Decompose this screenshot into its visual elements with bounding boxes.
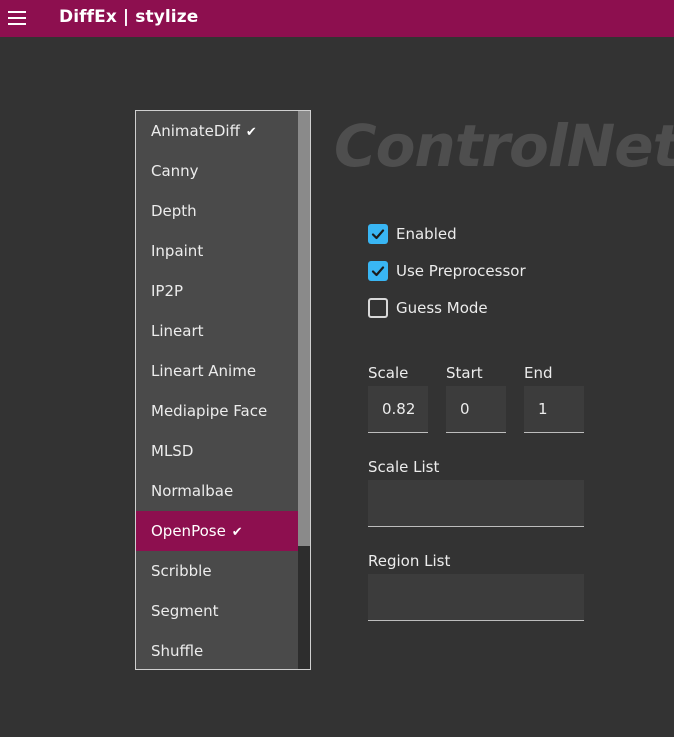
scale-list-input[interactable] [368, 480, 584, 527]
model-list-item[interactable]: MLSD [136, 431, 298, 471]
model-list-item[interactable]: Depth [136, 191, 298, 231]
controlnet-model-list[interactable]: AnimateDiff ✔ Canny Depth Inpaint IP2P Lineart… [135, 110, 311, 670]
model-item-label: Depth [151, 202, 197, 220]
model-list-item[interactable]: Lineart Anime [136, 351, 298, 391]
start-label: Start [446, 364, 483, 382]
check-icon [371, 266, 385, 277]
model-item-label: OpenPose [151, 522, 226, 540]
model-list-scrollbar-thumb[interactable] [298, 111, 310, 546]
guess-mode-option[interactable]: Guess Mode [368, 297, 488, 319]
model-item-label: Scribble [151, 562, 212, 580]
enabled-option[interactable]: Enabled [368, 223, 457, 245]
start-input[interactable] [446, 386, 506, 433]
model-list-item[interactable]: Lineart [136, 311, 298, 351]
scale-label: Scale [368, 364, 409, 382]
model-list-item[interactable]: Shuffle [136, 631, 298, 669]
region-list-input[interactable] [368, 574, 584, 621]
model-list-item[interactable]: Segment [136, 591, 298, 631]
model-item-label: MLSD [151, 442, 194, 460]
guess-mode-label: Guess Mode [396, 299, 488, 317]
model-list-scrollbar[interactable] [298, 111, 310, 669]
model-item-label: AnimateDiff [151, 122, 240, 140]
model-item-label: Lineart [151, 322, 204, 340]
model-item-label: Lineart Anime [151, 362, 257, 380]
model-item-label: Segment [151, 602, 219, 620]
model-item-label: IP2P [151, 282, 184, 300]
use-preprocessor-checkbox[interactable] [368, 261, 388, 281]
scale-input[interactable] [368, 386, 428, 433]
end-input[interactable] [524, 386, 584, 433]
region-list-label: Region List [368, 552, 451, 570]
checkmark-icon: ✔ [231, 525, 243, 540]
model-item-label: Shuffle [151, 642, 204, 660]
model-item-label: Canny [151, 162, 199, 180]
controlnet-watermark: ControlNet [334, 112, 674, 180]
model-list-item[interactable]: Inpaint [136, 231, 298, 271]
model-item-label: Inpaint [151, 242, 204, 260]
model-list-item[interactable]: Normalbae [136, 471, 298, 511]
model-item-label: Normalbae [151, 482, 234, 500]
app-bar: DiffEx | stylize [0, 0, 674, 37]
enabled-checkbox[interactable] [368, 224, 388, 244]
model-list-item[interactable]: AnimateDiff ✔ [136, 111, 298, 151]
scale-list-label: Scale List [368, 458, 440, 476]
model-list-item[interactable]: IP2P [136, 271, 298, 311]
model-list-item[interactable]: Canny [136, 151, 298, 191]
guess-mode-checkbox[interactable] [368, 298, 388, 318]
app-title: DiffEx | stylize [59, 7, 199, 27]
check-icon [371, 229, 385, 240]
model-list-items: AnimateDiff ✔ Canny Depth Inpaint IP2P Lineart… [136, 111, 298, 669]
use-preprocessor-label: Use Preprocessor [396, 262, 526, 280]
hamburger-menu-icon[interactable] [8, 11, 26, 25]
checkmark-icon: ✔ [245, 125, 257, 140]
enabled-label: Enabled [396, 225, 457, 243]
model-list-item[interactable]: OpenPose ✔ [136, 511, 298, 551]
model-list-item[interactable]: Scribble [136, 551, 298, 591]
use-preprocessor-option[interactable]: Use Preprocessor [368, 260, 526, 282]
model-list-item[interactable]: Mediapipe Face [136, 391, 298, 431]
end-label: End [524, 364, 553, 382]
model-item-label: Mediapipe Face [151, 402, 268, 420]
